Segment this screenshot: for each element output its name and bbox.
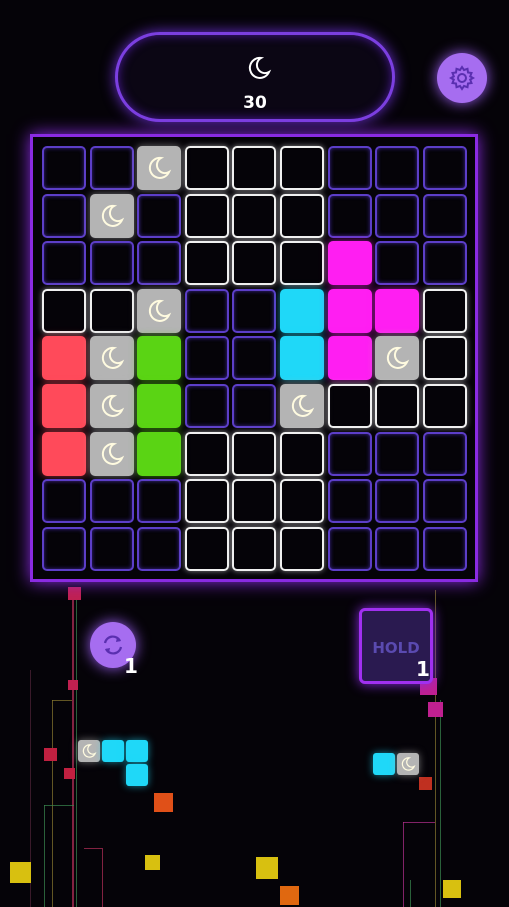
board-cell-empty[interactable] bbox=[184, 288, 229, 333]
board-cell-block[interactable] bbox=[137, 384, 182, 428]
score-display: 30 bbox=[115, 32, 395, 122]
board-cell-empty-highlight[interactable] bbox=[184, 241, 229, 286]
hold-piece[interactable] bbox=[373, 753, 421, 777]
settings-button[interactable] bbox=[437, 53, 487, 103]
board-cell-empty[interactable] bbox=[327, 193, 372, 238]
board-cell-empty-highlight[interactable] bbox=[422, 384, 467, 428]
board-cell-empty[interactable] bbox=[232, 288, 277, 333]
piece-block bbox=[126, 740, 148, 762]
board-cell-empty[interactable] bbox=[42, 479, 86, 524]
board-cell-empty-highlight[interactable] bbox=[232, 526, 277, 571]
board-cell-empty[interactable] bbox=[89, 526, 134, 571]
board-cell-empty-highlight[interactable] bbox=[232, 146, 277, 190]
board-cell-empty-highlight[interactable] bbox=[280, 241, 324, 286]
board-cell-moon-block[interactable] bbox=[89, 336, 134, 381]
board-cell-moon-block[interactable] bbox=[89, 193, 134, 238]
hold-count: 1 bbox=[416, 657, 430, 681]
hold-label: HOLD bbox=[372, 639, 420, 657]
board-cell-empty[interactable] bbox=[375, 431, 420, 476]
board-cell-empty[interactable] bbox=[42, 526, 86, 571]
board-cell-moon-block[interactable] bbox=[137, 146, 182, 190]
board-cell-empty-highlight[interactable] bbox=[232, 431, 277, 476]
board-cell-empty[interactable] bbox=[42, 193, 86, 238]
board-cell-empty-highlight[interactable] bbox=[232, 193, 277, 238]
board-cell-block[interactable] bbox=[280, 336, 324, 381]
board-cell-empty[interactable] bbox=[375, 241, 420, 286]
piece-block bbox=[373, 753, 395, 775]
board-cell-block[interactable] bbox=[42, 384, 86, 428]
board-cell-empty[interactable] bbox=[375, 479, 420, 524]
board-cell-empty-highlight[interactable] bbox=[184, 431, 229, 476]
board-cell-empty[interactable] bbox=[89, 241, 134, 286]
board-cell-empty[interactable] bbox=[375, 526, 420, 571]
board-cell-block[interactable] bbox=[327, 288, 372, 333]
board-cell-empty[interactable] bbox=[137, 193, 182, 238]
board-cell-empty-highlight[interactable] bbox=[232, 479, 277, 524]
piece-moon-block bbox=[78, 740, 100, 762]
score-value: 30 bbox=[243, 93, 267, 113]
board-cell-empty[interactable] bbox=[327, 431, 372, 476]
board-cell-empty-highlight[interactable] bbox=[422, 288, 467, 333]
board-cell-empty-highlight[interactable] bbox=[327, 384, 372, 428]
board-cell-empty[interactable] bbox=[422, 479, 467, 524]
board-cell-empty[interactable] bbox=[184, 336, 229, 381]
board-cell-empty[interactable] bbox=[422, 241, 467, 286]
board-cell-empty[interactable] bbox=[422, 526, 467, 571]
board-cell-empty-highlight[interactable] bbox=[184, 479, 229, 524]
board-cell-block[interactable] bbox=[137, 431, 182, 476]
board-cell-empty[interactable] bbox=[232, 336, 277, 381]
board-cell-moon-block[interactable] bbox=[280, 384, 324, 428]
board-cell-empty-highlight[interactable] bbox=[280, 431, 324, 476]
board-cell-empty-highlight[interactable] bbox=[42, 288, 86, 333]
board-cell-empty-highlight[interactable] bbox=[232, 241, 277, 286]
board-cell-empty[interactable] bbox=[184, 384, 229, 428]
board-cell-empty[interactable] bbox=[327, 146, 372, 190]
board-cell-empty[interactable] bbox=[89, 479, 134, 524]
board-cell-empty[interactable] bbox=[422, 146, 467, 190]
board-cell-block[interactable] bbox=[280, 288, 324, 333]
board-cell-empty[interactable] bbox=[137, 479, 182, 524]
board-cell-block[interactable] bbox=[327, 241, 372, 286]
board-cell-empty[interactable] bbox=[422, 431, 467, 476]
board-cell-empty-highlight[interactable] bbox=[89, 288, 134, 333]
board-cell-block[interactable] bbox=[42, 336, 86, 381]
piece-moon-block bbox=[397, 753, 419, 775]
board-cell-empty[interactable] bbox=[327, 479, 372, 524]
board-cell-empty[interactable] bbox=[327, 526, 372, 571]
board-cell-empty[interactable] bbox=[232, 384, 277, 428]
board-cell-block[interactable] bbox=[42, 431, 86, 476]
piece-block bbox=[126, 764, 148, 786]
piece-block bbox=[102, 740, 124, 762]
board-cell-block[interactable] bbox=[137, 336, 182, 381]
next-piece[interactable] bbox=[78, 740, 150, 788]
board-cell-empty-highlight[interactable] bbox=[280, 479, 324, 524]
board-cell-empty-highlight[interactable] bbox=[280, 193, 324, 238]
board-cell-empty-highlight[interactable] bbox=[375, 384, 420, 428]
rotate-count: 1 bbox=[124, 654, 138, 678]
board-cell-empty-highlight[interactable] bbox=[184, 146, 229, 190]
moon-icon bbox=[246, 55, 272, 81]
board-cell-empty-highlight[interactable] bbox=[422, 336, 467, 381]
board-cell-moon-block[interactable] bbox=[137, 288, 182, 333]
board-cell-empty[interactable] bbox=[42, 146, 86, 190]
board-cell-empty-highlight[interactable] bbox=[280, 526, 324, 571]
board-cell-empty-highlight[interactable] bbox=[184, 526, 229, 571]
board-cell-moon-block[interactable] bbox=[89, 384, 134, 428]
board-cell-block[interactable] bbox=[327, 336, 372, 381]
board-cell-moon-block[interactable] bbox=[375, 336, 420, 381]
board-cell-empty[interactable] bbox=[422, 193, 467, 238]
board-cell-empty-highlight[interactable] bbox=[280, 146, 324, 190]
board-cell-empty[interactable] bbox=[42, 241, 86, 286]
board-cell-block[interactable] bbox=[375, 288, 420, 333]
board-cell-moon-block[interactable] bbox=[89, 431, 134, 476]
board-cell-empty[interactable] bbox=[137, 241, 182, 286]
board-cell-empty[interactable] bbox=[89, 146, 134, 190]
board-cell-empty-highlight[interactable] bbox=[184, 193, 229, 238]
board-cell-empty[interactable] bbox=[137, 526, 182, 571]
game-board[interactable] bbox=[30, 134, 478, 582]
board-cell-empty[interactable] bbox=[375, 193, 420, 238]
board-cell-empty[interactable] bbox=[375, 146, 420, 190]
